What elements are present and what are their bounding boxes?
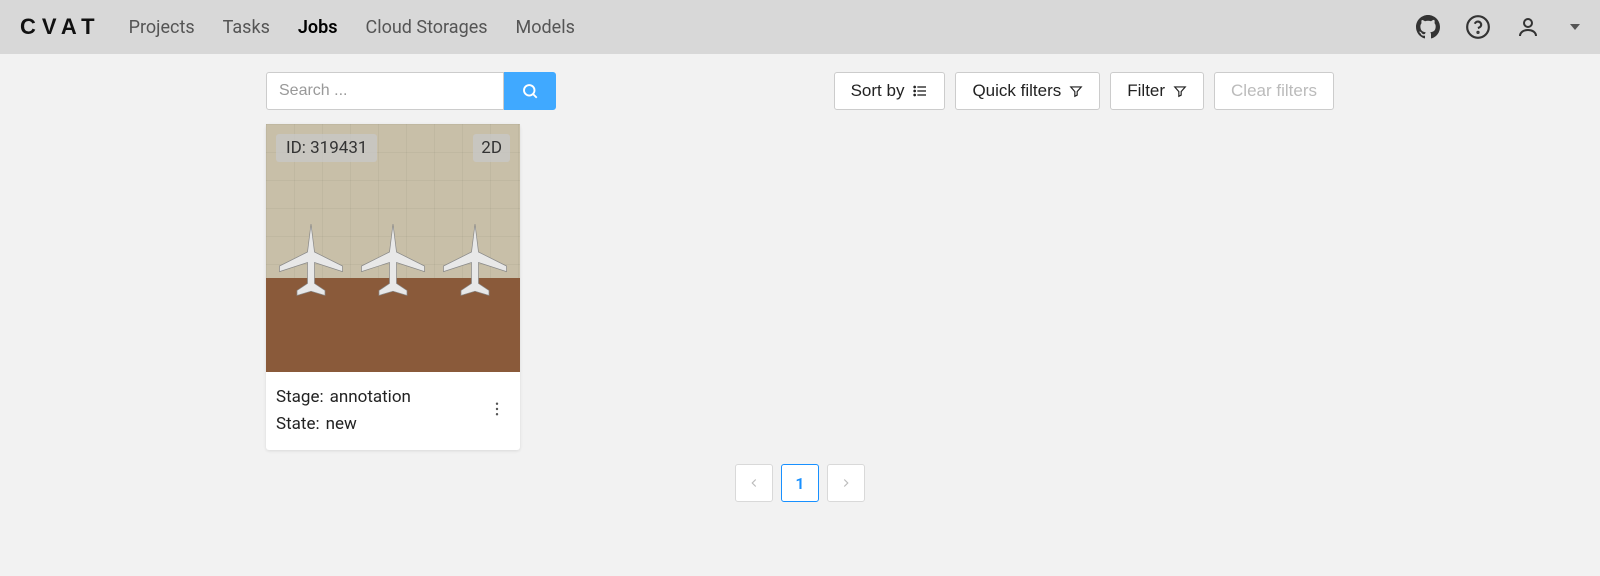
plane-icon <box>276 214 346 304</box>
filter-button[interactable]: Filter <box>1110 72 1204 110</box>
page-1-button[interactable]: 1 <box>781 464 819 502</box>
more-actions-button[interactable] <box>484 394 510 428</box>
nav-projects[interactable]: Projects <box>129 17 195 38</box>
search-input[interactable] <box>266 72 504 110</box>
dimension-badge: 2D <box>473 134 510 162</box>
state-key: State: <box>276 411 320 438</box>
page-next-button <box>827 464 865 502</box>
search-wrap <box>266 72 556 110</box>
quick-filters-button[interactable]: Quick filters <box>955 72 1100 110</box>
toolbar-right: Sort by Quick filters Filter Clear filte… <box>834 72 1334 110</box>
list-icon <box>912 83 928 99</box>
chevron-right-icon <box>839 476 853 490</box>
jobs-grid: ID: 319431 2D Stage: annotation State: n… <box>266 124 1600 450</box>
sort-by-button[interactable]: Sort by <box>834 72 946 110</box>
filter-icon <box>1069 84 1083 98</box>
search-button[interactable] <box>504 72 556 110</box>
toolbar: Sort by Quick filters Filter Clear filte… <box>266 72 1334 110</box>
job-card: ID: 319431 2D Stage: annotation State: n… <box>266 124 520 450</box>
main-nav: Projects Tasks Jobs Cloud Storages Model… <box>129 17 575 38</box>
more-vertical-icon <box>488 400 506 418</box>
sort-by-label: Sort by <box>851 81 905 101</box>
filter-label: Filter <box>1127 81 1165 101</box>
nav-models[interactable]: Models <box>516 17 575 38</box>
search-icon <box>521 82 539 100</box>
app-header: CVAT Projects Tasks Jobs Cloud Storages … <box>0 0 1600 54</box>
help-icon[interactable] <box>1464 13 1492 41</box>
nav-cloud-storages[interactable]: Cloud Storages <box>365 17 487 38</box>
job-preview[interactable]: ID: 319431 2D <box>266 124 520 372</box>
content: Sort by Quick filters Filter Clear filte… <box>0 54 1600 502</box>
logo[interactable]: CVAT <box>20 14 101 40</box>
plane-icon <box>440 214 510 304</box>
pagination: 1 <box>0 464 1600 502</box>
dropdown-caret-icon[interactable] <box>1570 24 1580 30</box>
meta-text: Stage: annotation State: new <box>276 384 411 438</box>
quick-filters-label: Quick filters <box>972 81 1061 101</box>
user-icon[interactable] <box>1514 13 1542 41</box>
job-id-badge: ID: 319431 <box>276 134 377 162</box>
filter-icon <box>1173 84 1187 98</box>
page-prev-button <box>735 464 773 502</box>
plane-icon <box>358 214 428 304</box>
state-value: new <box>326 411 357 438</box>
nav-jobs[interactable]: Jobs <box>298 17 338 38</box>
header-right <box>1414 13 1580 41</box>
stage-value: annotation <box>330 384 411 411</box>
clear-filters-button[interactable]: Clear filters <box>1214 72 1334 110</box>
stage-key: Stage: <box>276 384 324 411</box>
nav-tasks[interactable]: Tasks <box>223 17 270 38</box>
job-meta: Stage: annotation State: new <box>266 372 520 450</box>
chevron-left-icon <box>747 476 761 490</box>
github-icon[interactable] <box>1414 13 1442 41</box>
